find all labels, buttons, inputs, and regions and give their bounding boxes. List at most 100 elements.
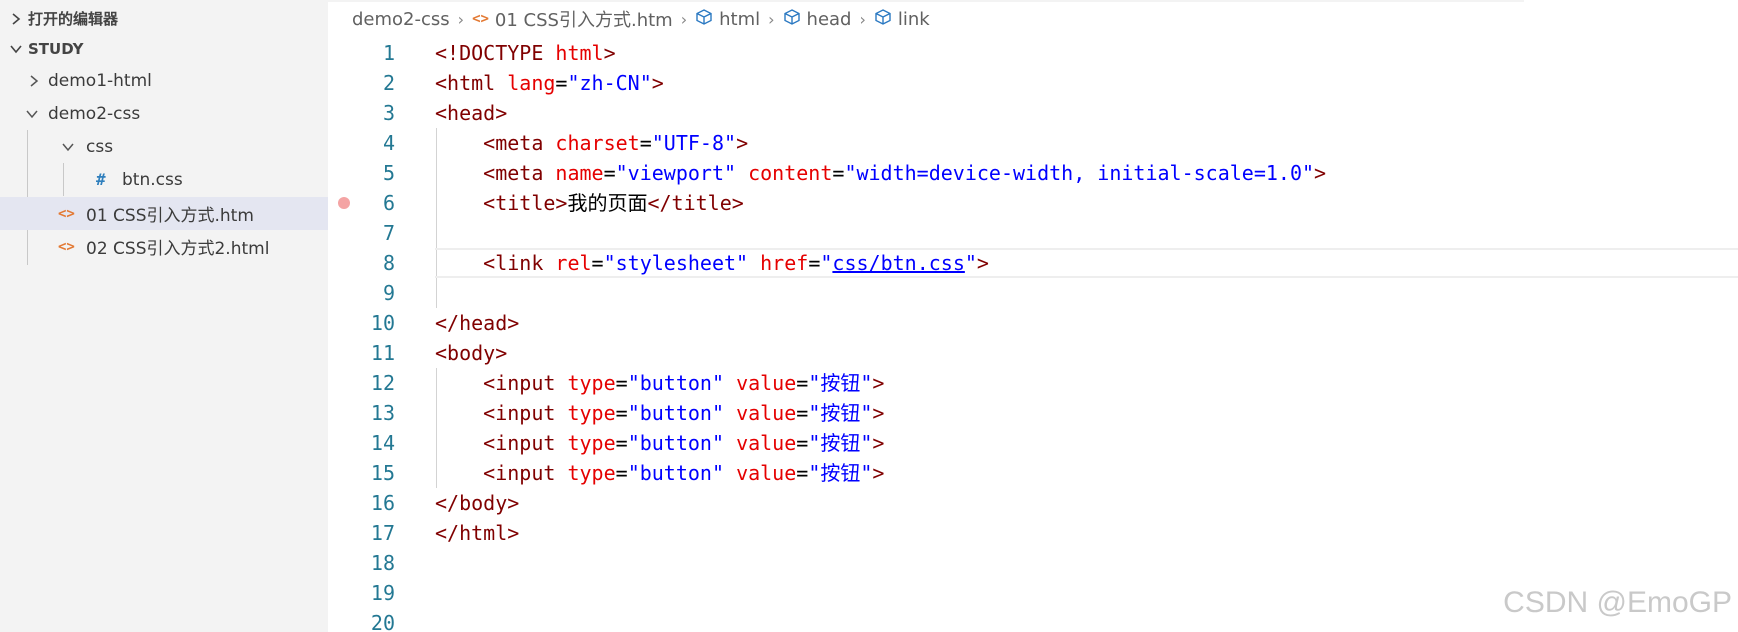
code-line[interactable]: 1 <!DOCTYPE html>: [328, 38, 1738, 68]
code-token: >: [651, 71, 664, 95]
code-token: =: [615, 371, 628, 395]
code-editor[interactable]: 1 <!DOCTYPE html> 2 <html lang="zh-CN"> 3 <he…: [328, 38, 1738, 632]
line-number: 12: [370, 371, 395, 395]
code-line[interactable]: 15 <input type="button" value="按钮">: [328, 458, 1738, 488]
code-line[interactable]: 17 </html>: [328, 518, 1738, 548]
code-line[interactable]: 8 <link rel="stylesheet" href="css/btn.c…: [328, 248, 1738, 278]
chevron-down-icon: [8, 44, 24, 54]
code-line[interactable]: 2 <html lang="zh-CN">: [328, 68, 1738, 98]
workspace-section[interactable]: STUDY: [0, 32, 328, 65]
code-token: href: [760, 251, 809, 275]
code-token: >: [872, 401, 885, 425]
code-token: =: [591, 251, 604, 275]
line-number: 7: [382, 221, 395, 245]
chevron-right-icon: ›: [859, 9, 866, 29]
code-token: =: [555, 71, 568, 95]
code-line[interactable]: 14 <input type="button" value="按钮">: [328, 428, 1738, 458]
tree-item-label: demo2-css: [48, 103, 141, 124]
code-token: <input: [483, 461, 568, 485]
code-token: <input: [483, 401, 568, 425]
open-editors-label: 打开的编辑器: [28, 10, 119, 28]
code-line[interactable]: 7: [328, 218, 1738, 248]
open-editors-section[interactable]: 打开的编辑器: [0, 2, 328, 35]
code-token: =: [808, 251, 821, 275]
code-token: "按钮": [808, 461, 873, 485]
line-number: 3: [382, 101, 395, 125]
line-number: 8: [382, 251, 395, 275]
code-line[interactable]: 6 <title>我的页面</title>: [328, 188, 1738, 218]
code-token: =: [615, 401, 628, 425]
code-line[interactable]: 18: [328, 548, 1738, 578]
code-token: <input: [483, 371, 568, 395]
code-line[interactable]: 4 <meta charset="UTF-8">: [328, 128, 1738, 158]
code-token[interactable]: css/btn.css: [832, 251, 964, 275]
code-token: <title>: [483, 191, 568, 215]
code-token: =: [832, 161, 845, 185]
code-token: ": [820, 251, 833, 275]
code-token: <body>: [435, 341, 508, 365]
line-number: 18: [370, 551, 395, 575]
code-line[interactable]: 11 <body>: [328, 338, 1738, 368]
code-text: </html>: [435, 518, 519, 548]
breadcrumb-item[interactable]: 01 CSS引入方式.htm: [495, 6, 673, 32]
code-token: =: [639, 131, 652, 155]
breadcrumb: demo2-css › <> 01 CSS引入方式.htm › html › h…: [328, 0, 1738, 38]
code-token: "按钮": [808, 431, 873, 455]
code-line[interactable]: 13 <input type="button" value="按钮">: [328, 398, 1738, 428]
code-text: <link rel="stylesheet" href="css/btn.css…: [435, 248, 989, 278]
code-token: "button": [627, 431, 737, 455]
code-token: name: [555, 161, 604, 185]
code-token: <meta: [483, 161, 556, 185]
symbol-element-icon: [783, 8, 801, 31]
code-token: value: [736, 431, 797, 455]
line-number: 20: [370, 611, 395, 632]
chevron-right-icon: ›: [457, 9, 465, 29]
code-token: html: [555, 41, 604, 65]
tree-item-demo2-css[interactable]: demo2-css: [0, 97, 328, 130]
line-number: 15: [370, 461, 395, 485]
line-number: 4: [382, 131, 395, 155]
code-line[interactable]: 3 <head>: [328, 98, 1738, 128]
explorer-sidebar: 打开的编辑器 STUDY demo1-html demo2-css css # …: [0, 0, 328, 632]
breadcrumb-item[interactable]: demo2-css: [352, 9, 450, 30]
breadcrumb-item[interactable]: link: [898, 9, 930, 30]
code-text: <input type="button" value="按钮">: [435, 428, 884, 458]
code-line[interactable]: 16 </body>: [328, 488, 1738, 518]
code-token: >: [872, 461, 885, 485]
tree-item-02-css[interactable]: <> 02 CSS引入方式2.html: [0, 230, 328, 263]
tree-item-label: 01 CSS引入方式.htm: [86, 206, 254, 226]
breadcrumb-item[interactable]: html: [719, 9, 760, 30]
code-token: content: [748, 161, 833, 185]
code-token: <html: [435, 71, 508, 95]
code-token: <!DOCTYPE: [435, 41, 556, 65]
code-token: >: [872, 431, 885, 455]
chevron-down-icon: [24, 109, 40, 119]
tree-item-btn-css[interactable]: # btn.css: [0, 163, 328, 196]
tree-item-demo1-html[interactable]: demo1-html: [0, 64, 328, 97]
code-token: <meta: [483, 131, 556, 155]
code-token: "width=device-width, initial-scale=1.0": [844, 161, 1315, 185]
line-number: 19: [370, 581, 395, 605]
line-number: 10: [370, 311, 395, 335]
code-line[interactable]: 5 <meta name="viewport" content="width=d…: [328, 158, 1738, 188]
tree-item-01-css[interactable]: <> 01 CSS引入方式.htm: [0, 197, 328, 230]
tree-item-label: btn.css: [122, 169, 183, 190]
code-token: ": [964, 251, 977, 275]
code-line[interactable]: 12 <input type="button" value="按钮">: [328, 368, 1738, 398]
code-text: <!DOCTYPE html>: [435, 38, 616, 68]
html-file-icon: <>: [472, 11, 489, 27]
code-token: "stylesheet": [603, 251, 761, 275]
code-token: type: [567, 461, 616, 485]
code-line[interactable]: 10 </head>: [328, 308, 1738, 338]
code-line[interactable]: 9: [328, 278, 1738, 308]
symbol-element-icon: [695, 8, 713, 31]
code-token: charset: [555, 131, 640, 155]
tree-item-css-folder[interactable]: css: [0, 130, 328, 163]
breadcrumb-item[interactable]: head: [807, 9, 852, 30]
tree-item-label: demo1-html: [48, 70, 152, 91]
